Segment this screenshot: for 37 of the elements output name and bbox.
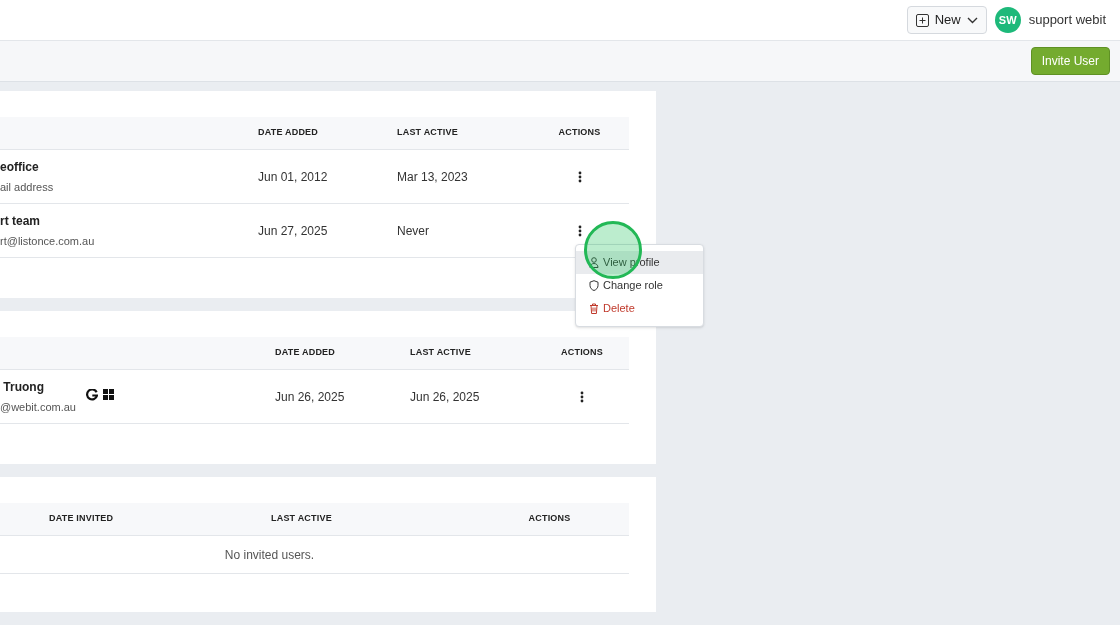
- empty-message: No invited users.: [224, 546, 315, 564]
- chevron-down-icon: [966, 16, 978, 24]
- more-options-button[interactable]: [580, 390, 584, 403]
- date-added: Jun 27, 2025: [258, 222, 329, 240]
- date-added: Jun 26, 2025: [275, 388, 346, 406]
- last-active: Jun 26, 2025: [410, 388, 481, 406]
- column-header[interactable]: DATE INVITED: [49, 512, 114, 526]
- more-options-button[interactable]: [577, 224, 582, 237]
- new-button[interactable]: New: [906, 6, 987, 34]
- more-options-button[interactable]: [577, 170, 582, 183]
- person-icon: [589, 257, 599, 268]
- column-header[interactable]: ACTIONS: [558, 126, 601, 140]
- user-name[interactable]: support webit: [1028, 10, 1106, 30]
- vertical-dots-icon: [577, 170, 582, 183]
- column-header[interactable]: LAST ACTIVE: [410, 346, 471, 360]
- menu-item[interactable]: Change role: [576, 274, 703, 297]
- column-header[interactable]: LAST ACTIVE: [397, 126, 458, 140]
- user-email: ail address: [0, 179, 54, 195]
- menu-item[interactable]: Delete: [576, 297, 703, 320]
- shield-icon: [589, 280, 599, 291]
- user-name: eoffice: [0, 158, 40, 176]
- column-header[interactable]: ACTIONS: [528, 512, 571, 526]
- user-name: Truong: [2, 378, 45, 396]
- column-header[interactable]: DATE ADDED: [275, 346, 335, 360]
- plus-square-icon: [915, 13, 929, 27]
- user-email: @webit.com.au: [0, 399, 76, 415]
- vertical-dots-icon: [580, 390, 584, 403]
- last-active: Never: [397, 222, 430, 240]
- last-active: Mar 13, 2023: [397, 168, 469, 186]
- date-added: Jun 01, 2012: [258, 168, 329, 186]
- column-header[interactable]: DATE ADDED: [258, 126, 318, 140]
- trash-icon: [589, 303, 599, 314]
- user-name: rt team: [0, 212, 41, 230]
- vertical-dots-icon: [577, 224, 582, 237]
- column-header[interactable]: ACTIONS: [561, 346, 603, 360]
- user-email: rt@listonce.com.au: [0, 233, 95, 249]
- column-header[interactable]: LAST ACTIVE: [271, 512, 332, 526]
